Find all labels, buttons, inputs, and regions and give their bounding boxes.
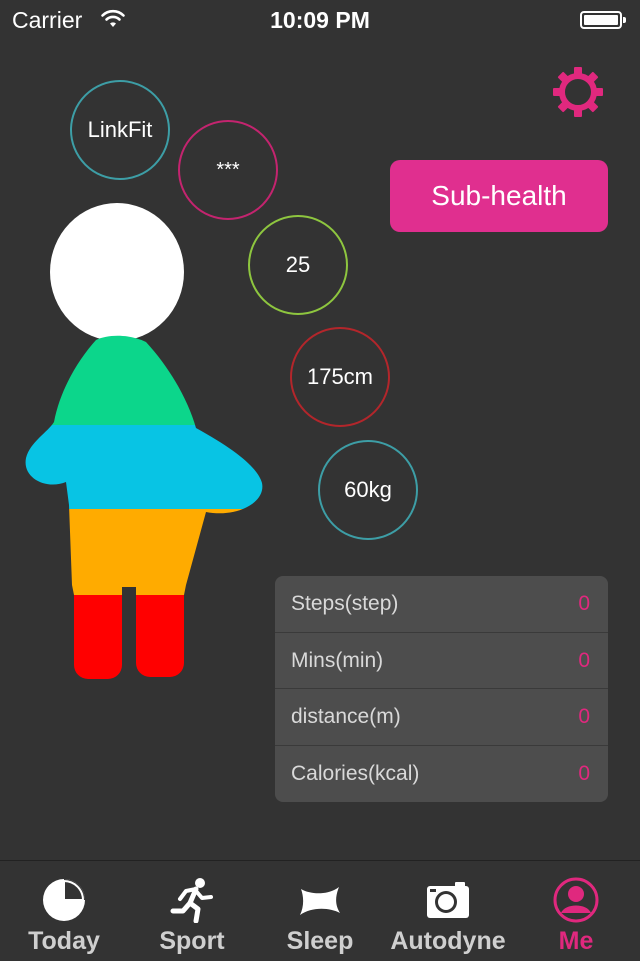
person-icon <box>553 877 599 923</box>
battery-icon <box>580 11 626 29</box>
stat-label: distance(m) <box>291 705 401 728</box>
tab-today[interactable]: Today <box>0 861 128 961</box>
health-status-button[interactable]: Sub-health <box>390 160 608 232</box>
stat-label: Calories(kcal) <box>291 761 420 785</box>
profile-weight-bubble[interactable]: 60kg <box>318 440 418 540</box>
status-time: 10:09 PM <box>270 7 370 33</box>
tab-label: Me <box>558 927 594 955</box>
stat-row-distance: distance(m) 0 <box>275 689 608 746</box>
profile-height: 175cm <box>306 364 374 389</box>
profile-password: *** <box>216 158 240 181</box>
pillow-icon <box>300 887 340 915</box>
profile-weight: 60kg <box>344 477 392 502</box>
profile-height-bubble[interactable]: 175cm <box>290 327 390 427</box>
stats-panel: Steps(step) 0 Mins(min) 0 distance(m) 0 … <box>275 576 608 802</box>
stat-row-mins: Mins(min) 0 <box>275 633 608 689</box>
stat-value: 0 <box>578 592 590 615</box>
tab-autodyne[interactable]: Autodyne <box>384 861 512 961</box>
stat-row-calories: Calories(kcal) 0 <box>275 746 608 803</box>
tab-me[interactable]: Me <box>512 861 640 961</box>
tab-label: Today <box>28 927 100 955</box>
settings-gear-icon[interactable] <box>552 66 604 118</box>
body-figure-illustration <box>25 203 263 679</box>
stat-label: Mins(min) <box>291 648 384 672</box>
profile-name: LinkFit <box>87 117 153 142</box>
tab-label: Sleep <box>286 927 354 955</box>
health-status-label: Sub-health <box>431 180 567 211</box>
stat-value: 0 <box>578 648 590 672</box>
pie-clock-icon <box>43 879 85 921</box>
stat-row-steps: Steps(step) 0 <box>275 576 608 633</box>
tab-label: Sport <box>159 927 225 955</box>
profile-name-bubble[interactable]: LinkFit <box>70 80 170 180</box>
tab-sport[interactable]: Sport <box>128 861 256 961</box>
stat-value: 0 <box>578 705 590 728</box>
stat-value: 0 <box>578 761 590 785</box>
stat-label: Steps(step) <box>291 592 399 615</box>
tab-sleep[interactable]: Sleep <box>256 861 384 961</box>
status-bar: Carrier 10:09 PM <box>0 0 640 40</box>
profile-age: 25 <box>285 252 311 277</box>
camera-icon <box>427 882 469 918</box>
tab-label: Autodyne <box>390 927 506 955</box>
tab-bar: Today Sport Sleep Autodyne Me <box>0 860 640 961</box>
runner-icon <box>170 878 213 923</box>
